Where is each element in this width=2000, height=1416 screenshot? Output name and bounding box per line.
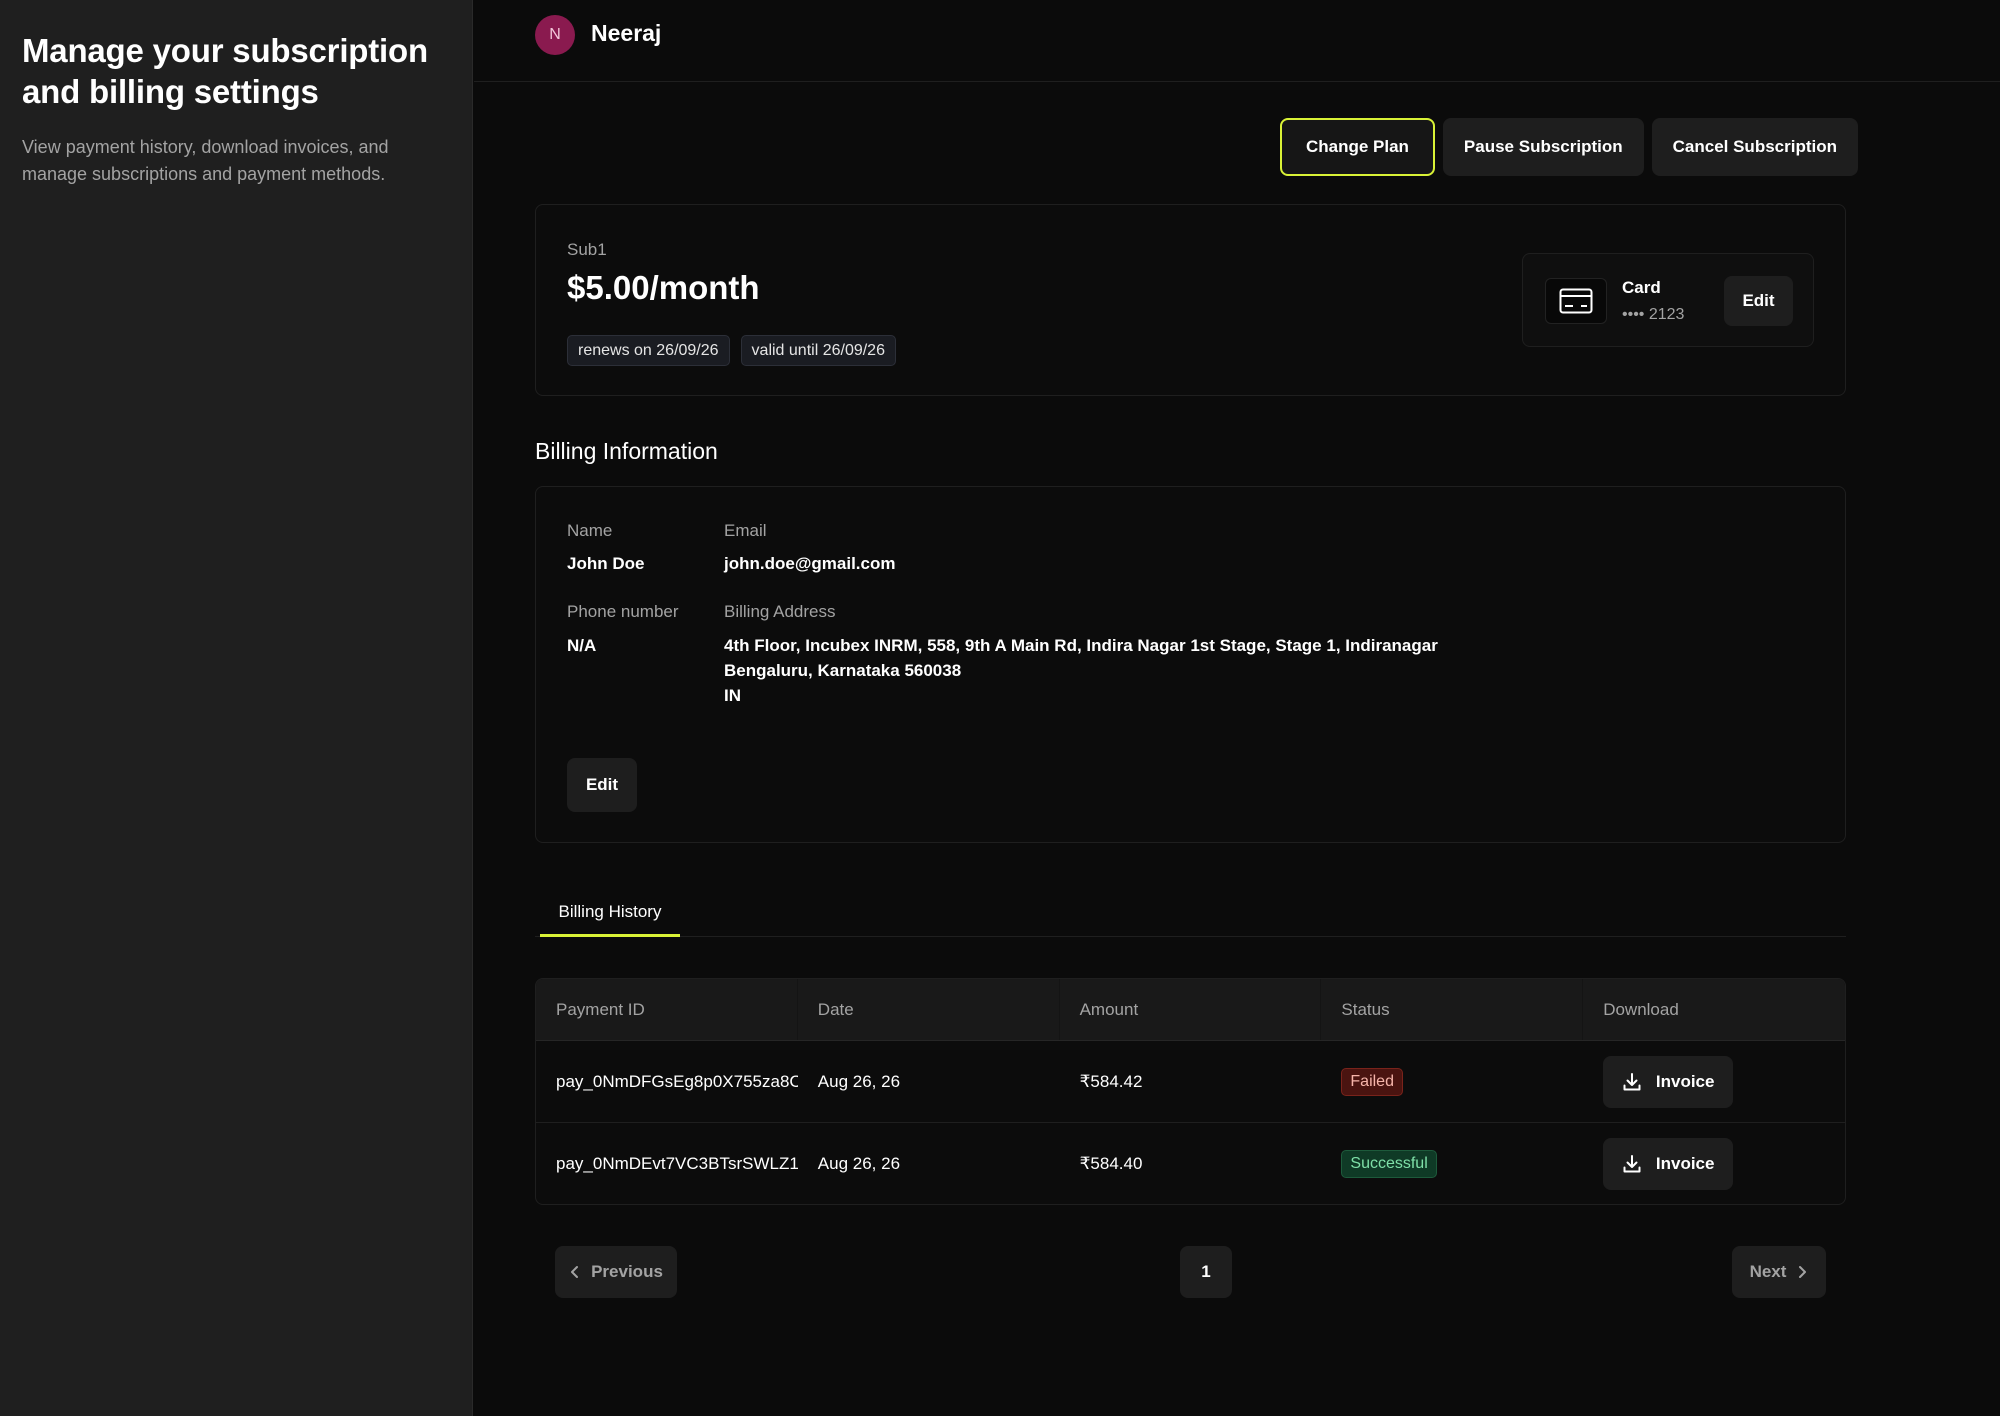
card-number: •••• 2123 <box>1622 306 1685 323</box>
invoice-label: Invoice <box>1655 1071 1715 1091</box>
sidebar: Manage your subscription and billing set… <box>0 0 473 1416</box>
payment-method: Card •••• 2123 Edit <box>1522 253 1814 347</box>
status-badge: Successful <box>1341 1150 1437 1178</box>
pagination: Previous 1 Next <box>555 1246 1826 1298</box>
chevron-right-icon <box>1799 1266 1807 1278</box>
pause-subscription-button[interactable]: Pause Subscription <box>1442 118 1644 176</box>
phone-label: Phone number <box>567 602 679 621</box>
page-number-button[interactable]: 1 <box>1180 1246 1232 1298</box>
edit-billing-button[interactable]: Edit <box>567 758 637 812</box>
next-page-button[interactable]: Next <box>1732 1246 1826 1298</box>
change-plan-button[interactable]: Change Plan <box>1279 118 1435 176</box>
subscription-card: Sub1 $5.00/month renews on 26/09/26 vali… <box>535 204 1846 396</box>
payment-amount: ₹584.40 <box>1079 1154 1143 1173</box>
payment-status-cell: Failed <box>1321 1041 1583 1122</box>
validity-badge: valid until 26/09/26 <box>740 335 896 366</box>
payment-status-cell: Successful <box>1321 1123 1583 1204</box>
payment-id: pay_0NmDFGsEg8p0X755za8C <box>556 1071 798 1091</box>
subscription-actions: Change Plan Pause Subscription Cancel Su… <box>1279 118 1858 176</box>
chevron-left-icon <box>571 1266 579 1278</box>
table-row: pay_0NmDFGsEg8p0X755za8C Aug 26, 26 ₹584… <box>536 1041 1845 1123</box>
main-content: N Neeraj Change Plan Pause Subscription … <box>474 0 2000 1416</box>
avatar[interactable]: N <box>535 15 575 55</box>
status-badge: Failed <box>1341 1067 1403 1096</box>
topbar: N Neeraj <box>474 0 2000 82</box>
payment-amount: ₹584.42 <box>1079 1071 1143 1091</box>
address-line-3: IN <box>724 686 741 705</box>
download-cell: Invoice <box>1583 1041 1845 1122</box>
table-header: Payment ID Date Amount Status Download <box>536 979 1845 1041</box>
billing-history-table: Payment ID Date Amount Status Download p… <box>535 978 1846 1205</box>
page-title: Manage your subscription and billing set… <box>22 32 428 110</box>
payment-date: Aug 26, 26 <box>817 1154 901 1173</box>
cancel-subscription-button[interactable]: Cancel Subscription <box>1651 118 1858 176</box>
download-icon <box>1623 1072 1641 1090</box>
download-cell: Invoice <box>1583 1123 1845 1204</box>
column-header: Payment ID <box>536 979 798 1040</box>
column-header: Status <box>1321 979 1584 1040</box>
invoice-label: Invoice <box>1655 1154 1715 1173</box>
previous-label: Previous <box>591 1262 663 1281</box>
name-value: John Doe <box>567 554 645 573</box>
payment-date: Aug 26, 26 <box>817 1071 901 1091</box>
payment-id: pay_0NmDEvt7VC3BTsrSWLZ1r <box>556 1154 798 1173</box>
column-header: Download <box>1603 999 1679 1019</box>
address-line-1: 4th Floor, Incubex INRM, 558, 9th A Main… <box>724 636 1438 655</box>
edit-payment-button[interactable]: Edit <box>1724 276 1793 326</box>
user-name: Neeraj <box>591 20 662 46</box>
table-row: pay_0NmDEvt7VC3BTsrSWLZ1r Aug 26, 26 ₹58… <box>536 1123 1845 1204</box>
invoice-download-button[interactable]: Invoice <box>1603 1138 1734 1190</box>
name-label: Name <box>567 521 613 540</box>
credit-card-icon <box>1545 278 1607 324</box>
history-tabs: Billing History <box>535 890 1846 937</box>
billing-information-title: Billing Information <box>535 438 718 464</box>
tab-billing-history[interactable]: Billing History <box>540 890 680 937</box>
payment-method-label: Card <box>1622 278 1661 297</box>
page-description: View payment history, download invoices,… <box>22 137 389 184</box>
email-value: john.doe@gmail.com <box>724 554 896 573</box>
plan-badges: renews on 26/09/26 valid until 26/09/26 <box>567 335 896 366</box>
column-header: Date <box>798 979 1060 1040</box>
billing-information-card: Name John Doe Email john.doe@gmail.com P… <box>535 486 1846 843</box>
next-label: Next <box>1749 1262 1787 1281</box>
renewal-badge: renews on 26/09/26 <box>567 335 730 366</box>
phone-value: N/A <box>567 636 597 655</box>
download-icon <box>1623 1155 1641 1173</box>
plan-name: Sub1 <box>567 240 607 259</box>
previous-page-button[interactable]: Previous <box>555 1246 677 1298</box>
invoice-download-button[interactable]: Invoice <box>1603 1055 1734 1108</box>
column-header: Amount <box>1060 979 1322 1040</box>
plan-price: $5.00/month <box>567 269 760 306</box>
email-label: Email <box>724 521 767 540</box>
address-label: Billing Address <box>724 602 836 621</box>
address-line-2: Bengaluru, Karnataka 560038 <box>724 661 962 680</box>
